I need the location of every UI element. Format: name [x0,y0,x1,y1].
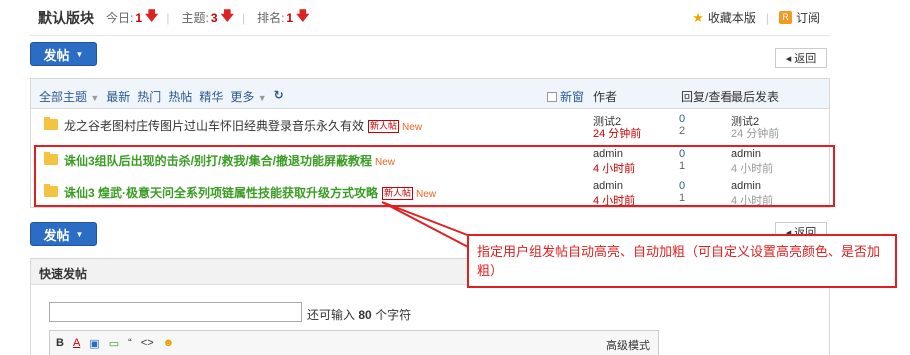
favorite-label: 收藏本版 [707,11,756,25]
thread-replies[interactable]: 0 [679,113,685,125]
rank-value: 1 [286,10,294,25]
chevron-down-icon: ▼ [90,93,100,103]
today-label: 今日: [106,11,134,25]
quote-icon[interactable]: “ [128,337,132,349]
today-stat: 今日: 1 🡇 [106,7,158,29]
advanced-mode-link[interactable]: 高级模式 [606,337,650,353]
newbie-badge: 新人帖 [368,120,400,133]
callout-pointer-shape [381,201,471,250]
image-icon[interactable]: ▣ [89,337,99,350]
filter-latest[interactable]: 最新 [106,88,130,105]
forum-title: 默认版块 [38,9,94,26]
action-separator: | [765,10,769,25]
char-remaining-count: 80 [358,308,372,322]
refresh-icon[interactable]: ↻ [274,88,284,105]
filter-hot[interactable]: 热门 [137,88,161,105]
new-badge: New [402,122,423,133]
thread-row[interactable]: 龙之谷老图村庄传图片过山车怀旧经典登录音乐永久有效 新人帖 New 测试2 24 分… [31,111,829,143]
link-icon[interactable]: ▭ [109,337,119,350]
down-arrow-icon: 🡇 [145,7,159,23]
filter-more[interactable]: 更多 ▼ [230,88,266,105]
subscribe-label: 订阅 [795,11,820,25]
filter-hot-posts[interactable]: 热帖 [168,88,192,105]
down-arrow-icon: 🡇 [220,7,234,23]
topics-label: 主题: [181,11,209,25]
down-arrow-icon: 🡇 [296,7,310,23]
back-button-label: 返回 [794,53,817,65]
column-last-post: 最后发表 [731,90,780,104]
stat-separator: | [166,10,170,25]
today-value: 1 [135,10,143,25]
filter-digest[interactable]: 精华 [199,88,223,105]
thread-list-header: 全部主题 ▼ 最新 热门 热帖 精华 更多 ▼ ↻ 新窗 作者 回复/查看 最后… [31,79,829,109]
forum-header: 默认版块 今日: 1 🡇 | 主题: 3 🡇 | 排名: 1 🡇 ★ 收藏本版 … [30,0,830,36]
thread-last-time[interactable]: 24 分钟前 [731,125,779,141]
post-button-bottom[interactable]: 发帖 ▼ [30,222,97,246]
chevron-down-icon: ▼ [257,93,267,103]
smiley-icon[interactable]: ☻ [163,337,175,349]
column-replies: 回复/查看 [681,90,733,104]
thread-author-time: 24 分钟前 [593,128,642,140]
column-author: 作者 [593,90,618,104]
thread-filters: 全部主题 ▼ 最新 热门 热帖 精华 更多 ▼ ↻ [39,88,284,105]
chevron-down-icon: ▼ [75,49,84,59]
header-actions: ★ 收藏本版 | R 订阅 [692,9,820,26]
callout-annotation: 指定用户组发帖自动高亮、自动加粗（可自定义设置高亮颜色、是否加粗） [467,234,897,288]
post-button-label: 发帖 [43,227,70,243]
new-window-toggle[interactable]: 新窗 [547,88,584,105]
folder-icon [44,117,58,130]
editor-toolbar: B A ▣ ▭ “ <> ☻ 高级模式 [49,330,659,355]
rank-stat: 排名: 1 🡇 [257,7,309,29]
rss-icon: R [778,11,792,24]
code-icon[interactable]: <> [141,337,154,349]
back-arrow-icon: ◂ [785,52,792,65]
subscribe-button[interactable]: R 订阅 [778,9,820,26]
thread-title[interactable]: 龙之谷老图村庄传图片过山车怀旧经典登录音乐永久有效 新人帖 New [64,117,422,134]
bold-icon[interactable]: B [56,337,64,349]
callout-pointer [381,201,471,250]
subject-input[interactable] [49,302,302,322]
topics-value: 3 [210,10,218,25]
highlight-annotation-box [34,145,835,207]
chevron-down-icon: ▼ [75,229,84,239]
topics-stat: 主题: 3 🡇 [182,7,234,29]
stat-separator: | [241,10,246,25]
filter-all[interactable]: 全部主题 ▼ [39,88,99,105]
font-color-icon[interactable]: A [73,337,80,349]
favorite-button[interactable]: ★ 收藏本版 [692,9,756,26]
rank-label: 排名: [257,11,285,25]
back-button[interactable]: ◂ 返回 [775,48,827,68]
post-button[interactable]: 发帖 ▼ [30,42,97,66]
thread-views: 2 [679,125,686,137]
new-window-label: 新窗 [560,90,585,104]
post-button-label: 发帖 [43,47,70,63]
star-icon: ★ [692,9,704,25]
char-remaining: 还可输入 80 个字符 [307,308,412,322]
new-window-checkbox[interactable] [547,91,557,102]
